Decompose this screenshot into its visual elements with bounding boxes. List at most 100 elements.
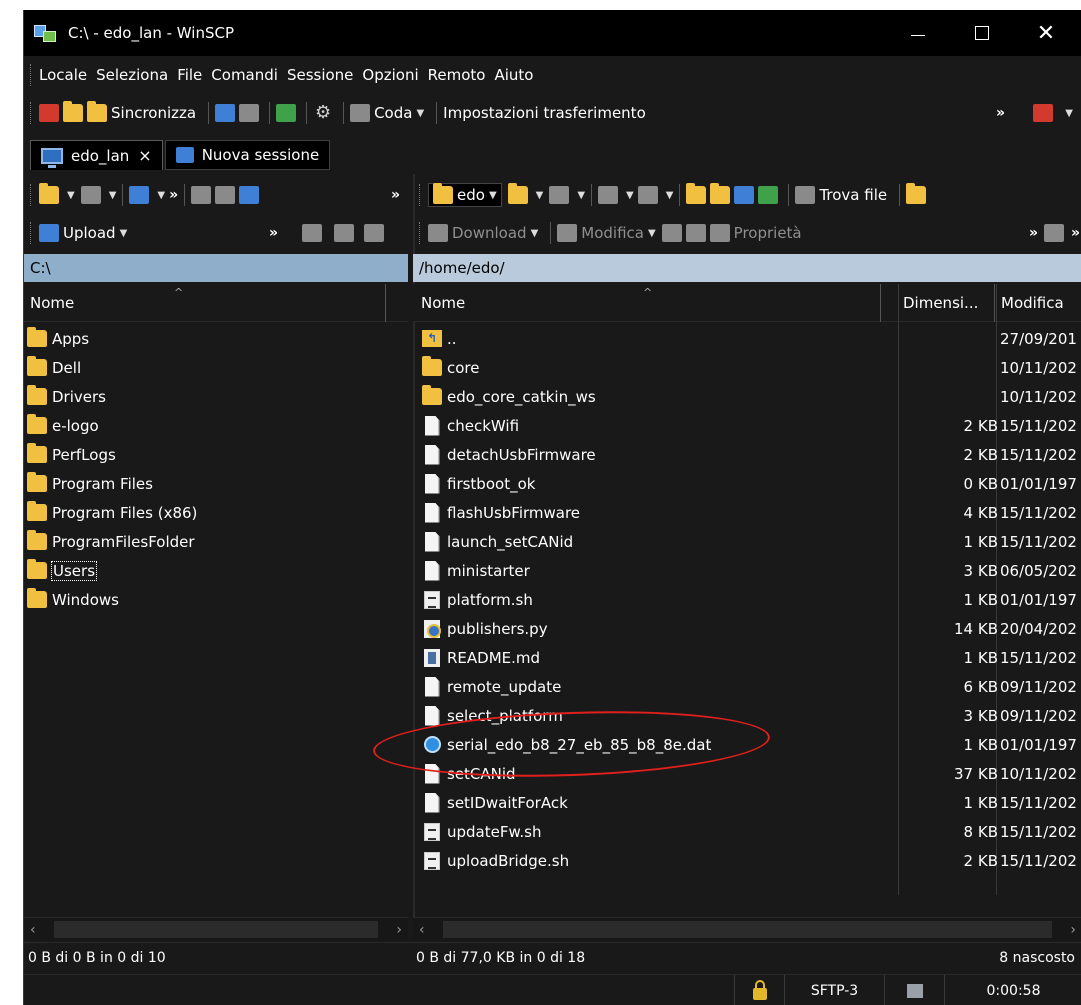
menu-sessione[interactable]: Sessione (287, 66, 353, 84)
list-item[interactable]: Windows (24, 585, 408, 614)
download-button[interactable]: Download ▼ (428, 224, 538, 242)
list-item[interactable]: Apps (24, 324, 408, 353)
queue-button[interactable]: Coda ▼ (350, 104, 424, 122)
toolbar-overflow-icon[interactable]: » (391, 187, 400, 203)
menu-comandi[interactable]: Comandi (211, 66, 278, 84)
chevron-down-icon[interactable]: ▼ (577, 190, 585, 201)
root-directory-icon[interactable] (215, 186, 236, 204)
menu-locale[interactable]: Locale (39, 66, 87, 84)
scroll-left-icon[interactable]: ‹ (30, 922, 36, 938)
table-row[interactable]: setCANid 37 KB 10/11/202 (413, 759, 1081, 788)
chevron-down-icon[interactable]: ▼ (1065, 108, 1073, 119)
table-row[interactable]: setIDwaitForAck 1 KB 15/11/202 (413, 788, 1081, 817)
scroll-left-icon[interactable]: ‹ (419, 922, 425, 938)
local-path-bar[interactable]: C:\ (24, 254, 408, 282)
home-icon[interactable] (239, 186, 260, 204)
menu-opzioni[interactable]: Opzioni (362, 66, 418, 84)
list-item[interactable]: Program Files (x86) (24, 498, 408, 527)
remote-directory-dropdown[interactable]: edo ▼ (428, 183, 502, 207)
rename-icon[interactable] (685, 224, 706, 242)
refresh-icon[interactable] (758, 186, 779, 204)
delete-icon[interactable] (661, 224, 682, 242)
table-row[interactable]: remote_update 6 KB 09/11/202 (413, 672, 1081, 701)
encryption-status[interactable] (734, 975, 784, 1005)
list-item[interactable]: Drivers (24, 382, 408, 411)
table-row[interactable]: README.md 1 KB 15/11/202 (413, 643, 1081, 672)
forward-arrow-icon[interactable] (637, 186, 658, 204)
root-directory-icon[interactable] (710, 183, 731, 204)
compare-directories-icon[interactable] (39, 104, 59, 122)
toolbar-grip[interactable] (419, 222, 422, 244)
filter-icon[interactable] (80, 186, 101, 204)
toolbar-overflow-icon[interactable]: » (169, 187, 178, 203)
toolbar-grip[interactable] (419, 184, 422, 206)
list-item[interactable]: Users (24, 556, 408, 585)
table-row[interactable]: flashUsbFirmware 4 KB 15/11/202 (413, 498, 1081, 527)
column-size-header[interactable]: Dimensi... (897, 284, 995, 322)
open-folder-icon[interactable] (507, 183, 528, 204)
list-item[interactable]: Dell (24, 353, 408, 382)
delete-icon[interactable] (334, 224, 354, 242)
scroll-right-icon[interactable]: › (396, 922, 402, 938)
hidden-files-status[interactable]: 8 nascosto (999, 950, 1075, 966)
close-tab-icon[interactable]: × (138, 146, 151, 165)
chevron-down-icon[interactable]: ▼ (536, 190, 544, 201)
chevron-down-icon[interactable]: ▼ (67, 190, 75, 201)
local-horizontal-scrollbar[interactable]: ‹ › (24, 917, 408, 941)
toolbar-overflow-icon[interactable]: » (996, 105, 1005, 121)
table-row[interactable]: checkWifi 2 KB 15/11/202 (413, 411, 1081, 440)
gear-icon[interactable]: ⚙ (313, 104, 333, 122)
tab-edo-lan[interactable]: edo_lan × (30, 140, 163, 170)
properties-button[interactable]: Proprietà (709, 224, 802, 242)
new-item-icon[interactable] (302, 224, 322, 242)
toolbar-overflow-icon[interactable]: » (269, 225, 278, 241)
putty-icon[interactable] (239, 104, 260, 122)
menu-aiuto[interactable]: Aiuto (494, 66, 533, 84)
new-item-icon[interactable] (1044, 224, 1064, 242)
parent-directory-icon[interactable] (686, 183, 707, 204)
maximize-button[interactable] (951, 10, 1013, 56)
table-row[interactable]: ministarter 3 KB 06/05/202 (413, 556, 1081, 585)
toolbar-overflow-icon[interactable]: » (1071, 225, 1080, 241)
remote-file-list[interactable]: ↰.. 27/09/201 core 10/11/202 edo_core_catkin… (413, 324, 1081, 895)
title-bar[interactable]: C:\ - edo_lan - WinSCP ✕ (24, 10, 1081, 56)
scrollbar-thumb[interactable] (443, 921, 1052, 938)
chevron-down-icon[interactable]: ▼ (626, 190, 634, 201)
table-row[interactable]: core 10/11/202 (413, 353, 1081, 382)
column-modified-header[interactable]: Modifica (995, 284, 1081, 322)
edit-button[interactable]: Modifica ▼ (557, 224, 656, 242)
table-row[interactable]: platform.sh 1 KB 01/01/197 (413, 585, 1081, 614)
filter-icon[interactable] (549, 186, 570, 204)
session-color-icon[interactable] (1033, 104, 1053, 122)
table-row[interactable]: publishers.py 14 KB 20/04/202 (413, 614, 1081, 643)
menu-remoto[interactable]: Remoto (428, 66, 486, 84)
toolbar-overflow-icon[interactable]: » (1029, 225, 1038, 241)
find-files-button[interactable]: Trova file (795, 186, 887, 204)
parent-directory-icon[interactable] (191, 186, 212, 204)
minimize-button[interactable] (887, 10, 949, 56)
remote-horizontal-scrollbar[interactable]: ‹ › (413, 917, 1081, 941)
list-item[interactable]: ProgramFilesFolder (24, 527, 408, 556)
list-item[interactable]: PerfLogs (24, 440, 408, 469)
console-icon[interactable] (215, 104, 236, 122)
table-row[interactable]: launch_setCANid 1 KB 15/11/202 (413, 527, 1081, 556)
table-row[interactable]: ↰.. 27/09/201 (413, 324, 1081, 353)
table-row[interactable]: updateFw.sh 8 KB 15/11/202 (413, 817, 1081, 846)
synchronize-browsing-icon[interactable] (63, 101, 83, 122)
menu-seleziona[interactable]: Seleziona (96, 66, 168, 84)
remote-path-bar[interactable]: /home/edo/ (413, 254, 1081, 282)
close-button[interactable]: ✕ (1015, 10, 1077, 56)
table-row[interactable]: edo_core_catkin_ws 10/11/202 (413, 382, 1081, 411)
toolbar-grip[interactable] (30, 222, 33, 244)
scrollbar-thumb[interactable] (54, 921, 378, 938)
table-row[interactable]: serial_edo_b8_27_eb_85_b8_8e.dat 1 KB 01/0… (413, 730, 1081, 759)
toolbar-grip[interactable] (30, 184, 33, 206)
local-file-list[interactable]: Apps Dell Drivers e-logo PerfLogs Program Fil… (24, 324, 408, 895)
transfer-settings-button[interactable]: Impostazioni trasferimento (443, 104, 646, 122)
open-folder-icon[interactable] (39, 183, 59, 204)
back-arrow-icon[interactable] (598, 186, 619, 204)
filter-icon[interactable] (364, 224, 384, 242)
chevron-down-icon[interactable]: ▼ (109, 190, 117, 201)
home-icon[interactable] (734, 186, 755, 204)
back-arrow-icon[interactable] (129, 186, 150, 204)
